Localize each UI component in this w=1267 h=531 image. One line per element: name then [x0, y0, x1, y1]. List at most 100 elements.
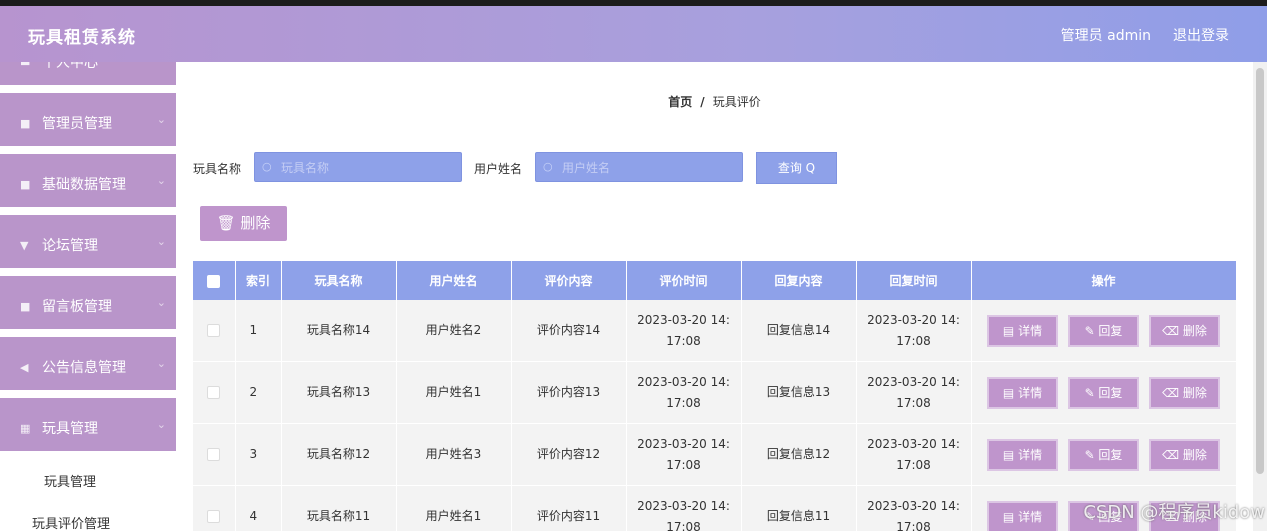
sidebar-subitem-label: 玩具管理	[44, 475, 97, 490]
chevron-down-icon: ⌄	[156, 113, 166, 126]
vertical-scrollbar[interactable]	[1253, 62, 1267, 531]
sidebar-subitem-toy-management[interactable]: 玩具管理	[0, 459, 176, 499]
search-icon: ○	[543, 160, 553, 173]
select-all-checkbox[interactable]	[207, 274, 221, 288]
batch-delete-button[interactable]: 🗑 删除	[200, 206, 287, 241]
reply-time-date: 2023-03-20 14:	[867, 498, 960, 513]
reply-time-clock: 17:08	[896, 333, 931, 348]
toy-name-field[interactable]: ○	[254, 152, 462, 182]
user-name-label: 用户姓名	[474, 162, 523, 176]
reply-button[interactable]: ✎ 回复	[1068, 376, 1139, 409]
column-header: 操作	[971, 261, 1237, 300]
review-time-date: 2023-03-20 14:	[637, 436, 730, 451]
index-cell: 3	[235, 423, 282, 486]
actions-cell: ▤ 详情 ✎ 回复 ⌫ 删除	[971, 361, 1237, 424]
table-row: 3 玩具名称12 用户姓名3 评价内容12 2023-03-20 14: 17:0…	[193, 423, 1237, 486]
sidebar-item-label: 个人中心	[42, 62, 98, 71]
review-time-date: 2023-03-20 14:	[637, 498, 730, 513]
delete-button[interactable]: ⌫ 删除	[1149, 438, 1220, 471]
review-time-clock: 17:08	[666, 333, 701, 348]
logout-link[interactable]: 退出登录	[1173, 25, 1229, 45]
sidebar-item-announcement[interactable]: ◀ 公告信息管理 ⌄	[0, 337, 176, 394]
reply-time-date: 2023-03-20 14:	[867, 374, 960, 389]
index-cell: 2	[235, 361, 282, 424]
delete-button[interactable]: ⌫ 删除	[1149, 314, 1220, 347]
sidebar-item-personal-center[interactable]: ▬ 个人中心	[0, 62, 176, 89]
review-content-cell: 评价内容12	[511, 423, 627, 486]
review-time-date: 2023-03-20 14:	[637, 374, 730, 389]
review-time-cell: 2023-03-20 14: 17:08	[626, 423, 742, 486]
review-time-clock: 17:08	[666, 457, 701, 472]
row-checkbox[interactable]	[207, 510, 221, 523]
actions-cell: ▤ 详情 ✎ 回复 ⌫ 删除	[971, 423, 1237, 486]
index-cell: 4	[235, 485, 282, 531]
column-header: 回复内容	[741, 261, 857, 300]
sidebar-item-message-board[interactable]: ■ 留言板管理 ⌄	[0, 276, 176, 333]
user-name-cell: 用户姓名1	[396, 485, 512, 531]
toy-name-input[interactable]	[279, 158, 453, 178]
reply-content-cell: 回复信息13	[741, 361, 857, 424]
review-time-cell: 2023-03-20 14: 17:08	[626, 361, 742, 424]
review-time-cell: 2023-03-20 14: 17:08	[626, 485, 742, 531]
user-name-field[interactable]: ○	[535, 152, 743, 182]
watermark: CSDN @程序员kidow	[1083, 502, 1265, 523]
current-user: 管理员 admin	[1060, 28, 1151, 44]
table-row: 4 玩具名称11 用户姓名1 评价内容11 2023-03-20 14: 17:0…	[193, 485, 1237, 531]
detail-button[interactable]: ▤ 详情	[987, 500, 1058, 531]
reply-button[interactable]: ✎ 回复	[1068, 438, 1139, 471]
review-time-cell: 2023-03-20 14: 17:08	[626, 300, 742, 362]
message-icon: ■	[20, 300, 31, 313]
row-checkbox[interactable]	[207, 386, 221, 399]
user-name-cell: 用户姓名3	[396, 423, 512, 486]
menu-icon: ▬	[20, 62, 31, 69]
review-time-clock: 17:08	[666, 395, 701, 410]
reply-button[interactable]: ✎ 回复	[1068, 314, 1139, 347]
sidebar-item-label: 管理员管理	[42, 116, 112, 132]
table-header-row: 索引 玩具名称 用户姓名 评价内容 评价时间 回复内容 回复时间 操作	[193, 261, 1237, 300]
sidebar-item-label: 基础数据管理	[42, 177, 126, 193]
review-content-cell: 评价内容14	[511, 300, 627, 362]
table-row: 2 玩具名称13 用户姓名1 评价内容13 2023-03-20 14: 17:0…	[193, 361, 1237, 424]
sidebar-item-basic-data[interactable]: ■ 基础数据管理 ⌄	[0, 154, 176, 211]
batch-delete-label: 删除	[240, 214, 271, 232]
select-all-header[interactable]	[193, 261, 236, 300]
sidebar-item-toy[interactable]: ▦ 玩具管理 ⌄	[0, 398, 176, 455]
sidebar-subitem-label: 玩具评价管理	[32, 517, 111, 531]
reply-time-cell: 2023-03-20 14: 17:08	[856, 300, 972, 362]
reply-time-date: 2023-03-20 14:	[867, 312, 960, 327]
user-name-input[interactable]	[560, 158, 734, 178]
sidebar-item-label: 留言板管理	[42, 299, 112, 315]
sidebar-subitem-toy-review[interactable]: 玩具评价管理	[0, 501, 176, 531]
scrollbar-thumb[interactable]	[1256, 68, 1264, 474]
delete-button[interactable]: ⌫ 删除	[1149, 376, 1220, 409]
review-content-cell: 评价内容11	[511, 485, 627, 531]
sidebar-item-admin[interactable]: ■ 管理员管理 ⌄	[0, 93, 176, 150]
chevron-down-icon: ⌄	[156, 296, 166, 309]
toy-name-label: 玩具名称	[193, 162, 242, 176]
detail-button[interactable]: ▤ 详情	[987, 376, 1058, 409]
row-select-cell[interactable]	[193, 300, 236, 362]
chevron-down-icon: ⌄	[156, 235, 166, 248]
forum-icon: ▼	[20, 239, 29, 252]
database-icon: ■	[20, 178, 31, 191]
row-checkbox[interactable]	[207, 448, 221, 461]
main-content: 首页 / 玩具评价 玩具名称 ○ 用户姓名 ○ 查询 Q 🗑 删除 索引 玩具名称 …	[176, 62, 1267, 531]
column-header: 用户姓名	[396, 261, 512, 300]
column-header: 回复时间	[856, 261, 972, 300]
row-select-cell[interactable]	[193, 423, 236, 486]
row-select-cell[interactable]	[193, 361, 236, 424]
reply-time-clock: 17:08	[896, 519, 931, 531]
detail-button[interactable]: ▤ 详情	[987, 438, 1058, 471]
toy-name-cell: 玩具名称14	[281, 300, 397, 362]
sidebar-item-forum[interactable]: ▼ 论坛管理 ⌄	[0, 215, 176, 272]
breadcrumb-home[interactable]: 首页	[668, 95, 692, 109]
reply-time-clock: 17:08	[896, 395, 931, 410]
breadcrumb-separator: /	[700, 95, 705, 109]
actions-cell: ▤ 详情 ✎ 回复 ⌫ 删除	[971, 300, 1237, 362]
row-checkbox[interactable]	[207, 324, 221, 337]
row-select-cell[interactable]	[193, 485, 236, 531]
detail-button[interactable]: ▤ 详情	[987, 314, 1058, 347]
sidebar-item-label: 玩具管理	[42, 421, 98, 437]
column-header: 评价时间	[626, 261, 742, 300]
query-button[interactable]: 查询 Q	[756, 152, 837, 184]
